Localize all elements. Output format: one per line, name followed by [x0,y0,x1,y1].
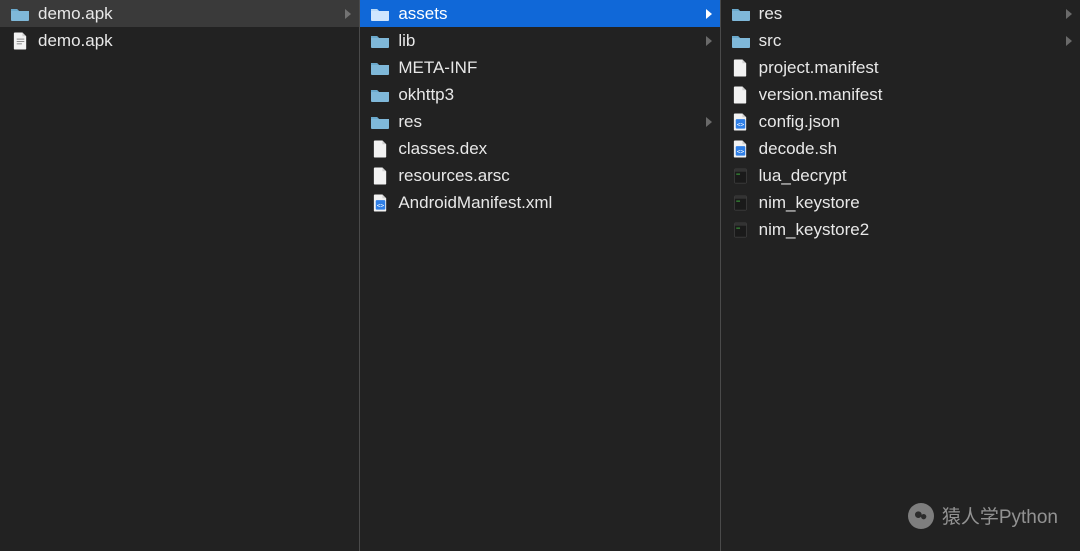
item-label: classes.dex [398,139,713,159]
item-label: src [759,31,1056,51]
folder-icon [370,59,390,76]
watermark: 猿人学Python [908,502,1058,529]
file-row[interactable]: resources.arsc [360,162,719,189]
file-row[interactable]: <> AndroidManifest.xml [360,189,719,216]
item-label: project.manifest [759,58,1074,78]
folder-icon [370,32,390,49]
item-label: res [398,112,695,132]
item-label: META-INF [398,58,713,78]
file-icon [731,59,751,76]
folder-row[interactable]: META-INF [360,54,719,81]
item-label: resources.arsc [398,166,713,186]
item-label: nim_keystore2 [759,220,1074,240]
item-label: config.json [759,112,1074,132]
folder-row[interactable]: lib [360,27,719,54]
item-label: nim_keystore [759,193,1074,213]
folder-icon [370,5,390,22]
item-label: lib [398,31,695,51]
folder-icon [731,32,751,49]
wechat-icon [908,503,934,529]
file-code-icon: <> [731,140,751,157]
file-icon [370,167,390,184]
item-label: demo.apk [38,4,335,24]
file-row[interactable]: lua_decrypt [721,162,1080,189]
item-label: okhttp3 [398,85,713,105]
svg-text:<>: <> [737,121,745,128]
finder-columns: demo.apk demo.apk assets lib META-INF ok… [0,0,1080,551]
folder-icon [731,5,751,22]
chevron-right-icon [704,31,714,51]
file-row[interactable]: nim_keystore2 [721,216,1080,243]
item-label: version.manifest [759,85,1074,105]
chevron-right-icon [704,112,714,132]
item-label: decode.sh [759,139,1074,159]
column-1[interactable]: assets lib META-INF okhttp3 res classes.… [360,0,720,551]
folder-row[interactable]: demo.apk [0,0,359,27]
folder-row[interactable]: okhttp3 [360,81,719,108]
folder-icon [10,5,30,22]
file-doc-icon [10,32,30,49]
item-label: res [759,4,1056,24]
folder-icon [370,86,390,103]
item-label: lua_decrypt [759,166,1074,186]
file-code-icon: <> [370,194,390,211]
watermark-text: 猿人学Python [942,502,1058,529]
svg-text:<>: <> [737,148,745,155]
column-2[interactable]: res src project.manifest version.manifes… [721,0,1080,551]
file-row[interactable]: classes.dex [360,135,719,162]
file-exec-icon [731,221,751,238]
file-code-icon: <> [731,113,751,130]
file-row[interactable]: version.manifest [721,81,1080,108]
file-row[interactable]: <> decode.sh [721,135,1080,162]
folder-row[interactable]: res [360,108,719,135]
column-0[interactable]: demo.apk demo.apk [0,0,360,551]
file-exec-icon [731,167,751,184]
item-label: AndroidManifest.xml [398,193,713,213]
file-icon [370,140,390,157]
item-label: demo.apk [38,31,353,51]
chevron-right-icon [704,4,714,24]
file-row[interactable]: <> config.json [721,108,1080,135]
file-exec-icon [731,194,751,211]
file-row[interactable]: project.manifest [721,54,1080,81]
chevron-right-icon [1064,31,1074,51]
file-row[interactable]: demo.apk [0,27,359,54]
folder-row[interactable]: res [721,0,1080,27]
folder-row[interactable]: src [721,27,1080,54]
chevron-right-icon [343,4,353,24]
item-label: assets [398,4,695,24]
file-icon [731,86,751,103]
file-row[interactable]: nim_keystore [721,189,1080,216]
svg-text:<>: <> [377,202,385,209]
chevron-right-icon [1064,4,1074,24]
folder-icon [370,113,390,130]
folder-row[interactable]: assets [360,0,719,27]
